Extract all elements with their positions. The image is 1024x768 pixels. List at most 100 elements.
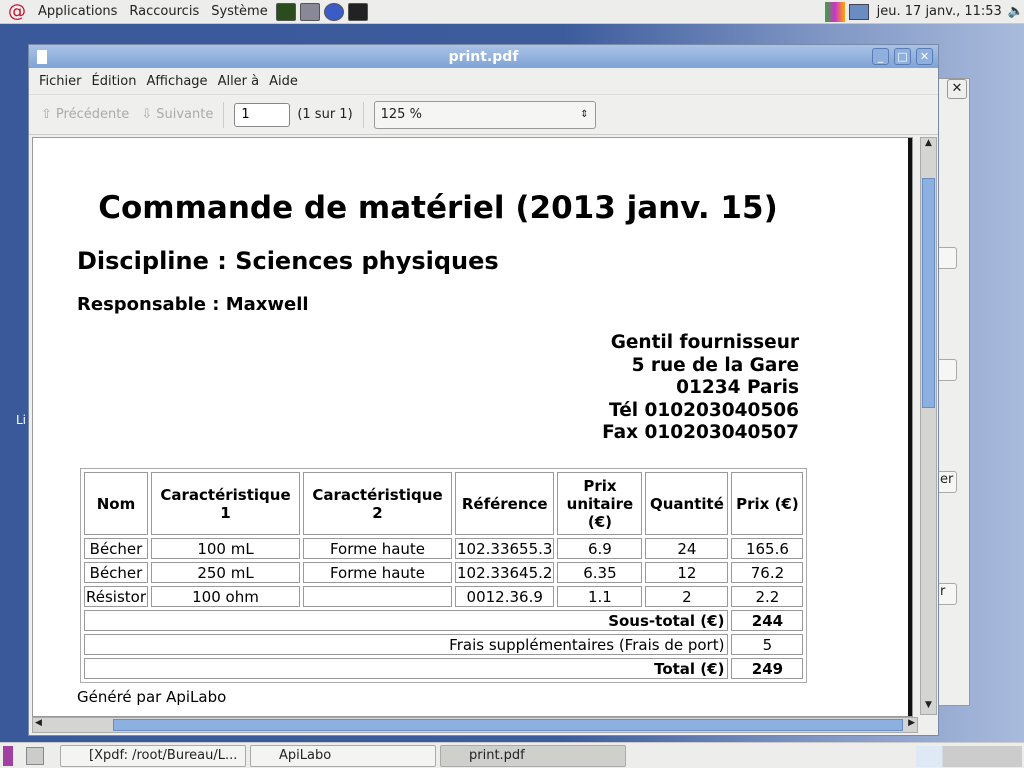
supplier-line: 01234 Paris	[676, 377, 799, 398]
menu-aide[interactable]: Aide	[269, 74, 298, 89]
toolbar: ⇧Précédente ⇩Suivante (1 sur 1) 125 % ⇕	[29, 95, 938, 135]
debian-logo-icon[interactable]: @	[8, 1, 26, 22]
volume-icon[interactable]: 🔈	[1008, 4, 1024, 19]
cell: 102.33645.2	[455, 562, 555, 583]
app-logo-icon[interactable]	[3, 746, 13, 766]
show-desktop-icon[interactable]	[26, 747, 44, 765]
cell: 100 mL	[151, 538, 300, 559]
background-button[interactable]	[937, 247, 957, 269]
cell: 250 mL	[151, 562, 300, 583]
terminal-icon[interactable]	[347, 2, 368, 21]
menu-affichage[interactable]: Affichage	[146, 74, 207, 89]
supplier-address: Gentil fournisseur 5 rue de la Gare 0123…	[602, 332, 799, 445]
task-apilabo[interactable]: ApiLabo	[250, 745, 436, 767]
next-button[interactable]: ⇩ Suivante	[141, 107, 213, 122]
page-edge	[908, 138, 912, 716]
calculator-icon[interactable]	[299, 2, 320, 21]
total-row: Total (€) 249	[84, 658, 804, 679]
document-icon	[37, 49, 47, 64]
minimize-button[interactable]: _	[872, 48, 889, 65]
cell: 0012.36.9	[455, 586, 555, 607]
title-bar[interactable]: print.pdf _ □ ✕	[29, 45, 938, 68]
cell: 76.2	[731, 562, 804, 583]
fees-label: Frais supplémentaires (Frais de port)	[84, 634, 729, 655]
menu-edition[interactable]: Édition	[92, 74, 137, 89]
app-logo-icon[interactable]	[824, 1, 845, 22]
total-value: 249	[731, 658, 804, 679]
separator	[223, 101, 225, 128]
cell: Forme haute	[303, 538, 452, 559]
table-row: Bécher 100 mL Forme haute 102.33655.3 6.9 24 1…	[84, 538, 804, 559]
cell: Résistor	[84, 586, 148, 607]
header-cell: Référence	[455, 472, 555, 535]
scroll-left-icon[interactable]: ◀	[35, 718, 42, 728]
zoom-select[interactable]: 125 % ⇕	[373, 100, 596, 129]
cell: 6.35	[557, 562, 643, 583]
cell: 165.6	[731, 538, 804, 559]
arrow-up-icon: ⇧	[41, 107, 52, 122]
maximize-button[interactable]: □	[894, 48, 911, 65]
menu-bar: Fichier Édition Affichage Aller à Aide	[29, 68, 938, 95]
close-icon[interactable]: ✕	[947, 79, 967, 99]
subtotal-value: 244	[731, 610, 804, 631]
fees-value: 5	[731, 634, 804, 655]
subtotal-row: Sous-total (€) 244	[84, 610, 804, 631]
menu-aller[interactable]: Aller à	[218, 74, 260, 89]
cell: 6.9	[557, 538, 643, 559]
web-browser-icon[interactable]	[323, 2, 344, 21]
next-label: Suivante	[156, 107, 214, 122]
vertical-scroll-thumb[interactable]	[922, 178, 935, 408]
taskbar: [Xpdf: /root/Bureau/L... ApiLabo print.p…	[0, 742, 1024, 768]
cell: Bécher	[84, 538, 148, 559]
cell: 100 ohm	[151, 586, 300, 607]
cell: 24	[645, 538, 729, 559]
zoom-value: 125 %	[380, 107, 422, 122]
header-cell: Nom	[84, 472, 148, 535]
cell	[303, 586, 452, 607]
cell: 102.33655.3	[455, 538, 555, 559]
background-button[interactable]	[937, 359, 957, 381]
top-panel: @ Applications Raccourcis Système jeu. 1…	[0, 0, 1024, 24]
scroll-up-icon[interactable]: ▲	[921, 138, 936, 152]
menu-systeme[interactable]: Système	[211, 4, 267, 19]
table-row: Bécher 250 mL Forme haute 102.33645.2 6.35 12…	[84, 562, 804, 583]
menu-fichier[interactable]: Fichier	[39, 74, 82, 89]
background-button[interactable]: r	[937, 583, 957, 605]
menu-raccourcis[interactable]: Raccourcis	[129, 4, 199, 19]
scroll-down-icon[interactable]: ▼	[921, 700, 936, 714]
desktop-label: Li	[16, 413, 27, 427]
arrow-down-icon: ⇩	[141, 107, 153, 122]
cell: 1.1	[557, 586, 643, 607]
horizontal-scroll-thumb[interactable]	[113, 719, 903, 731]
separator	[362, 101, 364, 128]
background-button[interactable]: er	[937, 471, 957, 493]
subtotal-label: Sous-total (€)	[84, 610, 729, 631]
supplier-line: Tél 010203040506	[609, 399, 799, 421]
workspace-switcher[interactable]	[916, 746, 1022, 767]
table-row: Résistor 100 ohm 0012.36.9 1.1 2 2.2	[84, 586, 804, 607]
doc-discipline: Discipline : Sciences physiques	[77, 247, 499, 275]
vertical-scrollbar[interactable]: ▲ ▼	[920, 137, 937, 715]
horizontal-scrollbar[interactable]: ◀ ▶	[32, 717, 918, 733]
clock[interactable]: jeu. 17 janv., 11:53	[877, 4, 1002, 19]
fees-row: Frais supplémentaires (Frais de port) 5	[84, 634, 804, 655]
close-button[interactable]: ✕	[916, 48, 933, 65]
page-count: (1 sur 1)	[297, 107, 353, 122]
supplier-line: Gentil fournisseur	[610, 332, 799, 353]
header-cell: Quantité	[645, 472, 729, 535]
cell: Bécher	[84, 562, 148, 583]
network-icon[interactable]	[848, 3, 869, 20]
previous-button[interactable]: ⇧ Précédente	[41, 107, 129, 122]
scroll-right-icon[interactable]: ▶	[908, 718, 915, 728]
system-monitor-icon[interactable]	[275, 2, 296, 21]
updown-icon: ⇕	[580, 109, 589, 120]
doc-responsable: Responsable : Maxwell	[77, 294, 309, 315]
task-xpdf[interactable]: [Xpdf: /root/Bureau/L...	[60, 745, 246, 767]
task-print-pdf[interactable]: print.pdf	[440, 745, 626, 767]
cell: 12	[645, 562, 729, 583]
xpdf-window: print.pdf _ □ ✕ Fichier Édition Affichag…	[28, 44, 939, 736]
window-title: print.pdf	[448, 48, 519, 65]
pdf-page[interactable]: Commande de matériel (2013 janv. 15) Dis…	[32, 137, 913, 717]
menu-applications[interactable]: Applications	[38, 4, 117, 19]
page-input[interactable]	[234, 102, 291, 127]
